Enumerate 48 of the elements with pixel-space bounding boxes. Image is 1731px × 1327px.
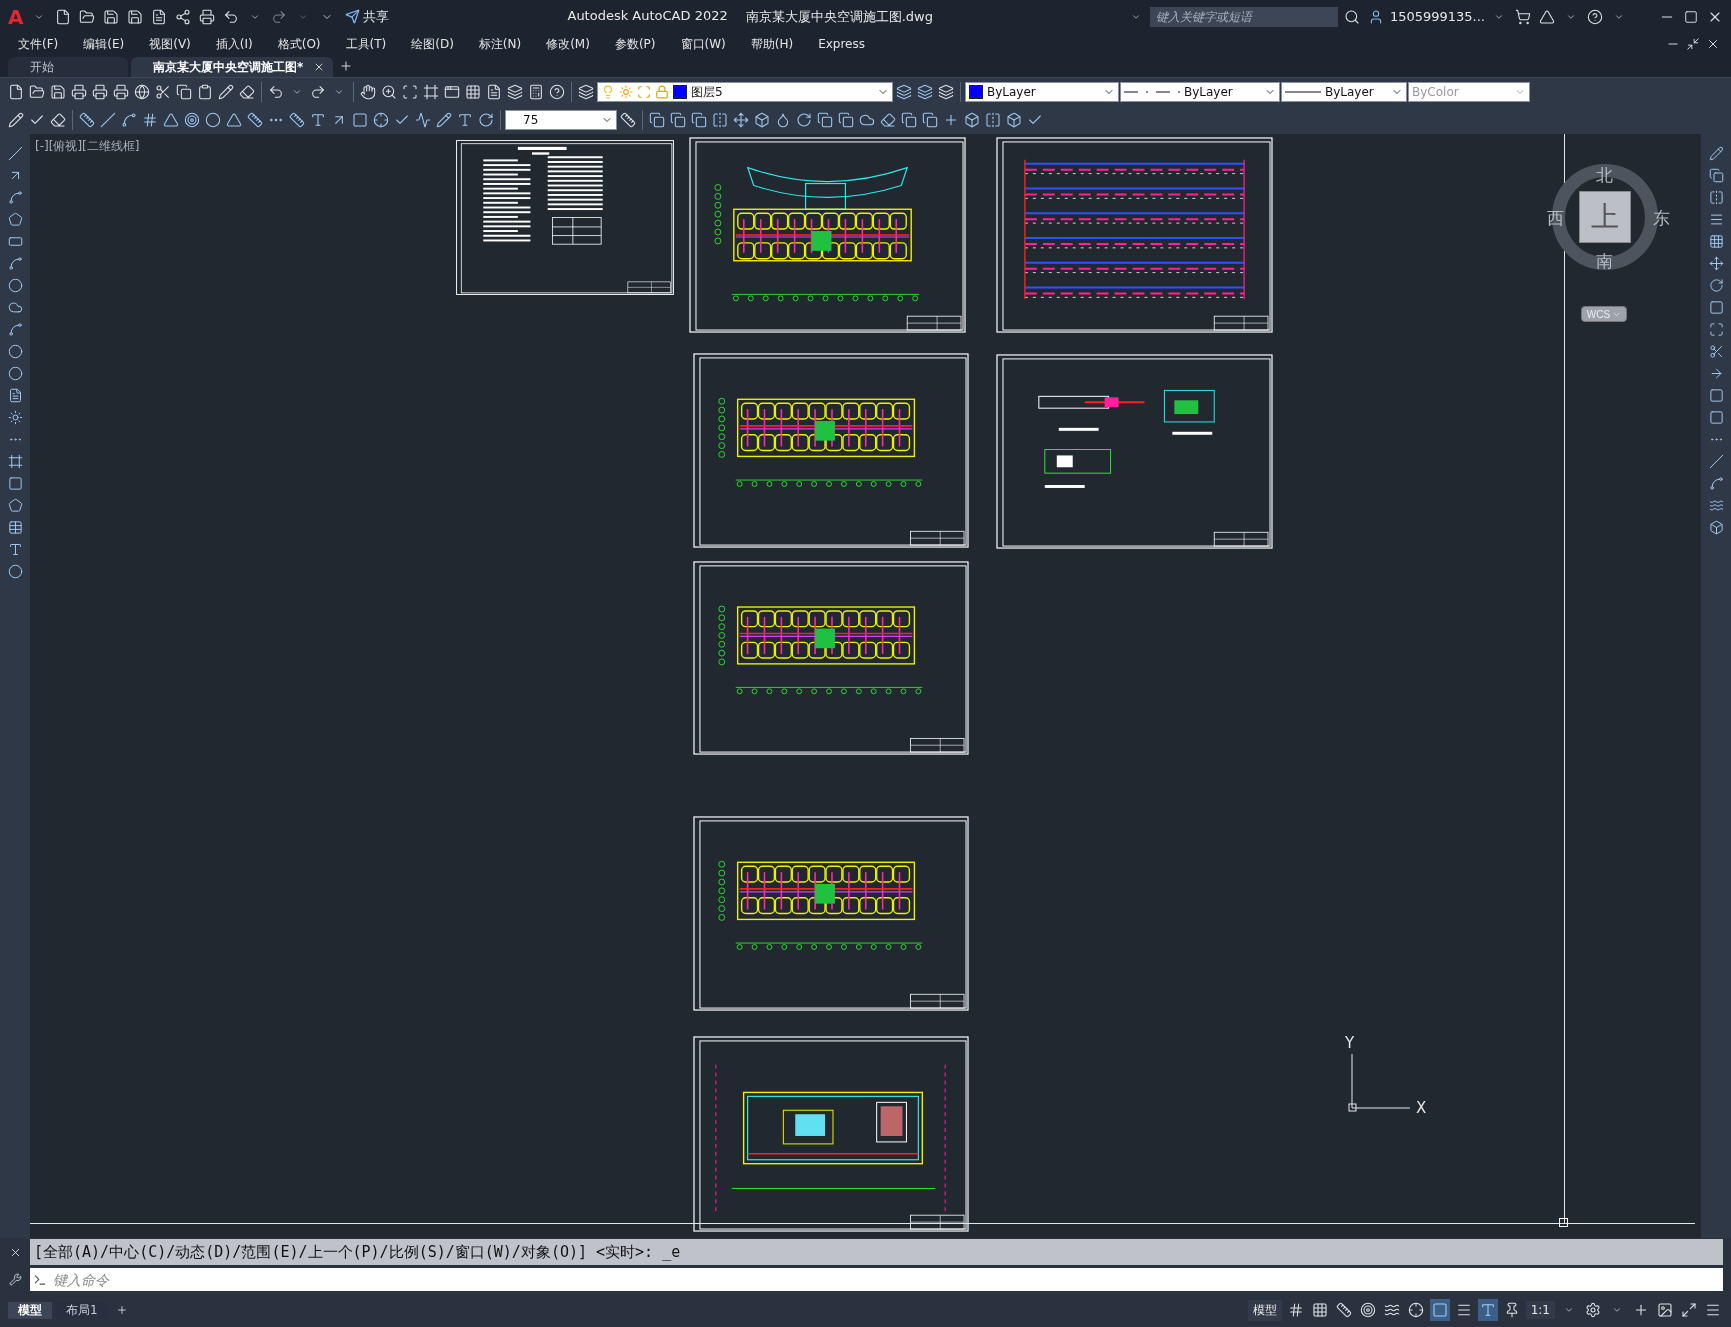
dimension-scale-dropdown[interactable]: 75 [505, 110, 617, 130]
dashed-line-icon [1124, 89, 1180, 95]
menu-item[interactable]: 标注(N) [468, 35, 537, 53]
compass-label[interactable]: 西 [1547, 207, 1564, 230]
compass-label[interactable]: 东 [1653, 207, 1670, 230]
x-axis-label: X [1416, 1099, 1427, 1117]
compass-label[interactable]: 南 [1596, 250, 1613, 273]
model-space-button[interactable]: 模型 [1247, 1299, 1282, 1321]
drawing-canvas[interactable]: [-][俯视][二维线框] 北 西 上 东 南 WCS X Y [30, 134, 1701, 1238]
terminal-icon [33, 1272, 47, 1287]
command-history: [全部(A)/中心(C)/动态(D)/范围(E)/上一个(P)/比例(S)/窗口(W)/对象(O)] <实时>: _e [30, 1239, 1723, 1265]
sun-icon [619, 85, 633, 99]
document-tab[interactable]: 开始 [8, 57, 128, 77]
menu-item[interactable]: 窗口(W) [670, 35, 741, 53]
viewport-label[interactable]: [-][俯视][二维线框] [35, 138, 140, 155]
layer-dropdown[interactable]: 图层5 [597, 82, 893, 102]
solid-line-icon [1285, 89, 1321, 95]
search-field[interactable]: 键入关键字或短语 [1149, 6, 1338, 27]
lineweight-dropdown[interactable]: ByLayer [1281, 82, 1407, 102]
menu-item[interactable]: 格式(O) [267, 35, 336, 53]
lightbulb-icon [601, 85, 615, 99]
compass-label[interactable]: 北 [1596, 164, 1613, 187]
app-title: Autodesk AutoCAD 2022 [567, 7, 728, 25]
menu-item[interactable]: 参数(P) [604, 35, 671, 53]
color-swatch [673, 85, 687, 99]
menu-item[interactable]: 帮助(H) [740, 35, 809, 53]
paper-plane-icon [345, 9, 361, 24]
layout-tab[interactable]: 模型 [8, 1301, 52, 1319]
color-swatch [969, 85, 983, 99]
viewcube-face[interactable]: 上 [1579, 191, 1631, 243]
user-name[interactable]: 1505999135... [1389, 9, 1485, 24]
document-tab[interactable]: 南京某大厦中央空调施工图* [131, 57, 334, 77]
menu-item[interactable]: Express [808, 37, 880, 51]
menu-item[interactable]: 工具(T) [335, 35, 402, 53]
menu-item[interactable]: 视图(V) [139, 35, 206, 53]
file-title: 南京某大厦中央空调施工图.dwg [745, 7, 933, 26]
menu-item[interactable]: 修改(M) [536, 35, 605, 53]
color-dropdown[interactable]: ByLayer [965, 82, 1119, 102]
menu-item[interactable]: 绘图(D) [401, 35, 469, 53]
grip-handle[interactable] [1559, 1218, 1568, 1227]
menu-item[interactable]: 文件(F) [8, 35, 74, 53]
share-button[interactable]: 共享 [341, 7, 394, 26]
lock-icon [655, 85, 669, 99]
linetype-dropdown[interactable]: ByLayer [1120, 82, 1280, 102]
annotation-scale-button[interactable]: 1:1 [1525, 1301, 1555, 1319]
y-axis-label: Y [1345, 1034, 1355, 1052]
menu-item[interactable]: 插入(I) [205, 35, 268, 53]
menu-item[interactable]: 编辑(E) [73, 35, 140, 53]
